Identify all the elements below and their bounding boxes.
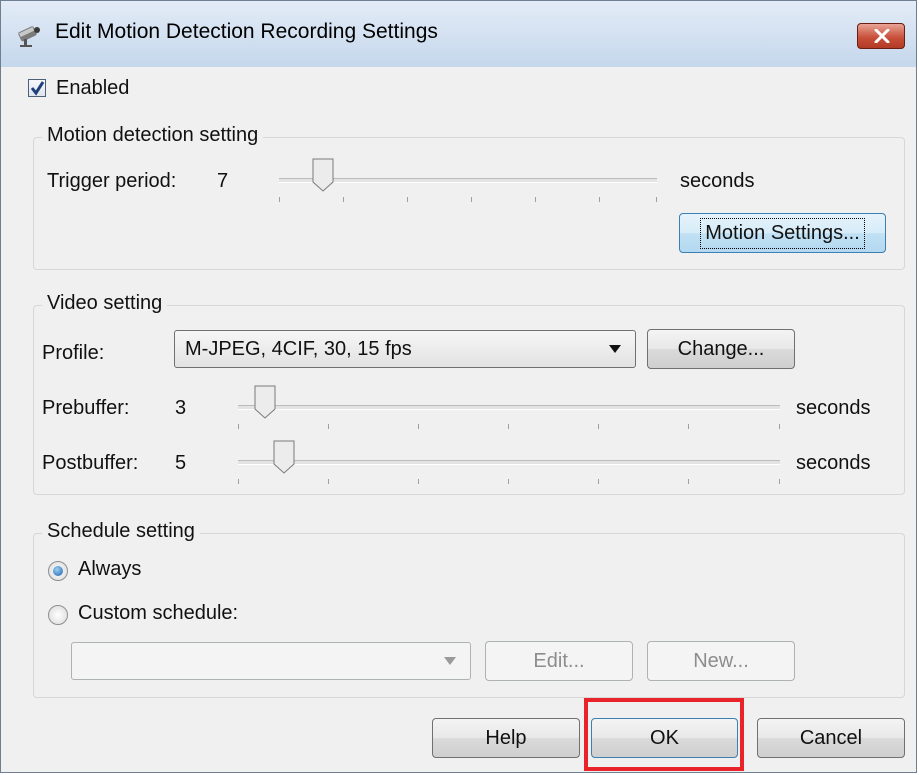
slider-tick	[407, 197, 408, 202]
postbuffer-label: Postbuffer:	[42, 452, 139, 474]
schedule-select[interactable]	[71, 642, 471, 680]
slider-tick	[598, 424, 599, 429]
change-button[interactable]: Change...	[647, 329, 795, 369]
profile-label: Profile:	[42, 342, 105, 364]
slider-track	[238, 460, 780, 465]
camera-icon	[15, 22, 45, 53]
slider-tick	[779, 424, 780, 429]
trigger-period-unit: seconds	[680, 170, 755, 192]
video-setting-group: Video setting Profile: M-JPEG, 4CIF, 30,…	[33, 292, 905, 495]
enabled-label: Enabled	[56, 77, 130, 99]
slider-thumb[interactable]	[273, 440, 295, 474]
slider-tick	[328, 479, 329, 484]
always-radio[interactable]	[48, 561, 68, 581]
radio-dot	[53, 566, 63, 576]
slider-tick	[508, 479, 509, 484]
slider-tick	[656, 197, 657, 202]
slider-tick	[471, 197, 472, 202]
custom-schedule-radio[interactable]	[48, 605, 68, 625]
slider-thumb[interactable]	[312, 158, 334, 192]
cancel-button[interactable]: Cancel	[757, 718, 905, 758]
slider-tick	[688, 424, 689, 429]
checkmark-icon	[30, 81, 45, 96]
slider-tick	[238, 424, 239, 429]
prebuffer-unit: seconds	[796, 397, 871, 419]
slider-tick	[598, 479, 599, 484]
enabled-checkbox[interactable]	[28, 79, 46, 97]
slider-tick	[279, 197, 280, 202]
slider-tick	[688, 479, 689, 484]
dialog-window: Edit Motion Detection Recording Settings…	[0, 0, 917, 773]
profile-select[interactable]: M-JPEG, 4CIF, 30, 15 fps	[174, 330, 636, 368]
slider-track	[238, 405, 780, 410]
trigger-period-label: Trigger period:	[47, 170, 177, 192]
slider-tick	[343, 197, 344, 202]
slider-thumb[interactable]	[254, 385, 276, 419]
prebuffer-slider[interactable]	[238, 381, 780, 433]
motion-settings-button[interactable]: Motion Settings...	[679, 213, 886, 253]
motion-settings-label: Motion Settings...	[700, 217, 865, 249]
custom-schedule-label: Custom schedule:	[78, 602, 239, 624]
schedule-setting-legend: Schedule setting	[42, 520, 200, 543]
new-button[interactable]: New...	[647, 641, 795, 681]
slider-track	[279, 178, 657, 183]
close-icon	[874, 29, 890, 43]
profile-value: M-JPEG, 4CIF, 30, 15 fps	[185, 338, 412, 360]
postbuffer-value: 5	[175, 452, 187, 474]
chevron-down-icon	[609, 345, 621, 353]
video-setting-legend: Video setting	[42, 292, 168, 315]
postbuffer-slider[interactable]	[238, 436, 780, 488]
motion-detection-legend: Motion detection setting	[42, 124, 264, 147]
ok-button[interactable]: OK	[591, 718, 738, 758]
edit-button[interactable]: Edit...	[485, 641, 633, 681]
slider-tick	[779, 479, 780, 484]
postbuffer-unit: seconds	[796, 452, 871, 474]
slider-tick	[328, 424, 329, 429]
slider-tick	[508, 424, 509, 429]
trigger-period-slider[interactable]	[279, 154, 657, 206]
always-label: Always	[78, 558, 142, 580]
prebuffer-label: Prebuffer:	[42, 397, 130, 419]
help-button[interactable]: Help	[432, 718, 580, 758]
slider-tick	[238, 479, 239, 484]
prebuffer-value: 3	[175, 397, 187, 419]
chevron-down-icon	[444, 657, 456, 665]
title-bar[interactable]: Edit Motion Detection Recording Settings	[1, 1, 916, 67]
dialog-content: Enabled Motion detection setting Trigger…	[1, 67, 916, 772]
close-button[interactable]	[857, 23, 905, 49]
trigger-period-value: 7	[217, 170, 229, 192]
motion-detection-group: Motion detection setting Trigger period:…	[33, 124, 905, 270]
schedule-setting-group: Schedule setting Always Custom schedule:…	[33, 520, 905, 698]
slider-tick	[535, 197, 536, 202]
slider-tick	[418, 424, 419, 429]
slider-tick	[418, 479, 419, 484]
slider-tick	[599, 197, 600, 202]
window-title: Edit Motion Detection Recording Settings	[55, 20, 438, 43]
